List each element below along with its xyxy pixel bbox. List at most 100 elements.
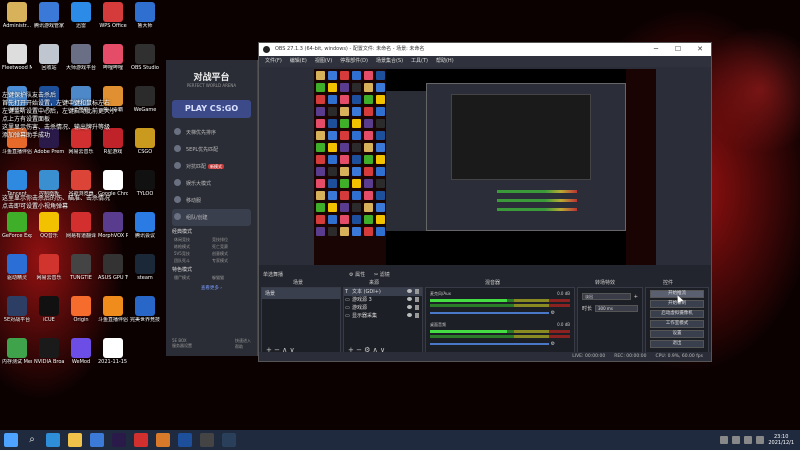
tray-icon[interactable] xyxy=(720,436,729,444)
desktop-icon[interactable]: 腾讯游戏管家 xyxy=(34,2,64,29)
control-button[interactable]: 启动虚拟摄像机 xyxy=(650,310,704,318)
launcher-more-link[interactable]: 查看更多 › xyxy=(172,285,251,291)
launcher-extra-item[interactable]: 僵尸模式 xyxy=(174,275,211,281)
launcher-mode-item[interactable]: 休闲竞技 xyxy=(174,237,211,243)
minimize-icon[interactable]: ─ xyxy=(645,43,667,56)
obs-menu-item[interactable]: 视图(V) xyxy=(315,56,332,67)
desktop-icon[interactable]: WeMod xyxy=(66,338,96,365)
desktop-icon[interactable]: TUNGTIE xyxy=(66,254,96,281)
desktop-icon[interactable]: 完美世界竞技 xyxy=(130,296,160,323)
store-icon[interactable] xyxy=(90,433,104,447)
desktop-icon[interactable]: 5E对战平台 xyxy=(2,296,32,323)
launcher-menu-item[interactable]: 天梯优先排序 xyxy=(172,124,251,141)
desktop-icon[interactable]: 哔哩哔哩 xyxy=(98,44,128,71)
source-item[interactable]: ▭ 游戏源 xyxy=(344,304,422,312)
start-icon[interactable] xyxy=(4,433,18,447)
launcher-mode-item[interactable]: 5V5竞技 xyxy=(174,251,211,257)
obs-icon[interactable] xyxy=(200,433,214,447)
obs-menu-item[interactable]: 文件(F) xyxy=(265,56,282,67)
desktop-icon[interactable]: iCUE xyxy=(34,296,64,323)
volume-slider[interactable] xyxy=(430,312,549,314)
edge-icon[interactable] xyxy=(46,433,60,447)
desktop-icon[interactable]: 驱动精灵 xyxy=(2,254,32,281)
lock-icon[interactable] xyxy=(415,305,419,310)
tray-icon[interactable] xyxy=(732,436,741,444)
launcher-mode-item[interactable]: 创意模式 xyxy=(212,251,249,257)
obs-window[interactable]: OBS 27.1.3 (64-bit, windows) - 配置文件: 未命名… xyxy=(258,42,712,362)
desktop-icon[interactable]: 网易有道翻译 xyxy=(66,212,96,239)
maximize-icon[interactable]: ☐ xyxy=(667,43,689,56)
clock[interactable]: 23:10 2021/12/1 xyxy=(768,434,794,446)
lock-icon[interactable] xyxy=(415,289,419,294)
desktop-icon[interactable]: ASUS GPU Tweak II xyxy=(98,254,128,281)
control-button[interactable]: 设置 xyxy=(650,330,704,338)
tray-icon[interactable] xyxy=(744,436,753,444)
tray-icon[interactable] xyxy=(756,436,765,444)
gear-icon[interactable]: ⚙ xyxy=(549,341,556,347)
launcher-menu-item[interactable]: 移动服 xyxy=(172,192,251,209)
obs-menu-item[interactable]: 场景集合(S) xyxy=(376,56,403,67)
desktop-icon[interactable]: QQ音乐 xyxy=(34,212,64,239)
launcher-menu-item[interactable]: 对抗匹配 新模式 xyxy=(172,158,251,175)
source-item[interactable]: T 文本 (GDI+) xyxy=(344,288,422,296)
desktop-icon[interactable]: 迅雷 xyxy=(66,2,96,29)
netease-music-icon[interactable] xyxy=(134,433,148,447)
desktop-icon[interactable]: Fleetwood Mac - T... xyxy=(2,44,32,71)
obs-preview[interactable] xyxy=(314,69,656,265)
duration-input[interactable]: 300 ms xyxy=(595,305,638,312)
desktop-icon[interactable]: Tencent xyxy=(2,170,32,197)
lock-icon[interactable] xyxy=(415,297,419,302)
close-icon[interactable]: ✕ xyxy=(689,43,711,56)
launcher-menu-item[interactable]: 组队/创建 xyxy=(172,209,251,226)
desktop-icon[interactable]: WPS Office xyxy=(98,2,128,29)
premiere-icon[interactable] xyxy=(112,433,126,447)
footer-server[interactable]: 服务器设置 xyxy=(172,343,192,349)
desktop-icon[interactable]: MorphVOX Pro xyxy=(98,212,128,239)
source-item[interactable]: ▭ 游戏源 3 xyxy=(344,296,422,304)
launcher-mode-item[interactable]: 团队死斗 xyxy=(174,258,211,264)
desktop-icon[interactable]: TYLOO xyxy=(130,170,160,197)
launcher-menu-item[interactable]: 娱乐大模式 xyxy=(172,175,251,192)
desktop-icon[interactable]: OBS Studio xyxy=(130,44,160,71)
obs-menu-item[interactable]: 工具(T) xyxy=(411,56,428,67)
launcher-mode-item[interactable]: 竞技排位 xyxy=(212,237,249,243)
obs-menu-item[interactable]: 帮助(H) xyxy=(436,56,454,67)
desktop-icon[interactable]: CSGO xyxy=(130,128,160,155)
play-csgo-button[interactable]: PLAY CS:GO xyxy=(172,100,251,118)
desktop-icon[interactable]: 内存测试 MemTest xyxy=(2,338,32,365)
desktop-icon[interactable]: Google Chrome xyxy=(98,170,128,197)
desktop-icon[interactable]: 控制面板 xyxy=(34,170,64,197)
control-button[interactable]: 工作室模式 xyxy=(650,320,704,328)
properties-button[interactable]: ⚙ 属性 xyxy=(349,271,365,279)
launcher-mode-item[interactable]: 练枪模式 xyxy=(174,244,211,250)
desktop-icon[interactable]: 回收站 xyxy=(34,44,64,71)
launcher-mode-item[interactable]: 死亡竞赛 xyxy=(212,244,249,250)
visibility-eye-icon[interactable] xyxy=(407,297,412,301)
desktop-icon[interactable]: Administr... xyxy=(2,2,32,29)
source-item[interactable]: ▭ 显示器采集 xyxy=(344,312,422,320)
footer-help[interactable]: 帮助 xyxy=(235,344,251,350)
desktop-icon[interactable]: 网易云音乐 xyxy=(66,128,96,155)
visibility-eye-icon[interactable] xyxy=(407,305,412,309)
scene-item[interactable]: 场景 xyxy=(262,288,340,299)
search-icon[interactable]: ⌕ xyxy=(25,433,39,447)
desktop-icon[interactable]: 谷歌浏览器 xyxy=(66,170,96,197)
wegame-icon[interactable] xyxy=(156,433,170,447)
desktop-icon[interactable]: GeForce Experience xyxy=(2,212,32,239)
desktop-icon[interactable]: 2021-11-15 23-09-57 xyxy=(98,338,128,365)
obs-menu-item[interactable]: 编辑(E) xyxy=(290,56,307,67)
volume-slider[interactable] xyxy=(430,343,549,345)
transition-select[interactable]: 淡出 xyxy=(582,293,631,300)
gear-icon[interactable]: ⚙ xyxy=(549,310,556,316)
desktop-icon[interactable]: steam xyxy=(130,254,160,281)
desktop-icon[interactable]: 网易云音乐 xyxy=(34,254,64,281)
lock-icon[interactable] xyxy=(415,313,419,318)
obs-menu-item[interactable]: 停靠部件(D) xyxy=(340,56,368,67)
desktop-icon[interactable]: WeGame xyxy=(130,86,160,113)
desktop-icon[interactable]: 腾讯会议 xyxy=(130,212,160,239)
desktop-icon[interactable]: Origin xyxy=(66,296,96,323)
game-launcher-window[interactable]: 对战平台 PERFECT WORLD ARENA PLAY CS:GO 天梯优先… xyxy=(166,60,258,356)
desktop-icon[interactable]: R星游戏 xyxy=(98,128,128,155)
ps-icon[interactable] xyxy=(178,433,192,447)
visibility-eye-icon[interactable] xyxy=(407,313,412,317)
